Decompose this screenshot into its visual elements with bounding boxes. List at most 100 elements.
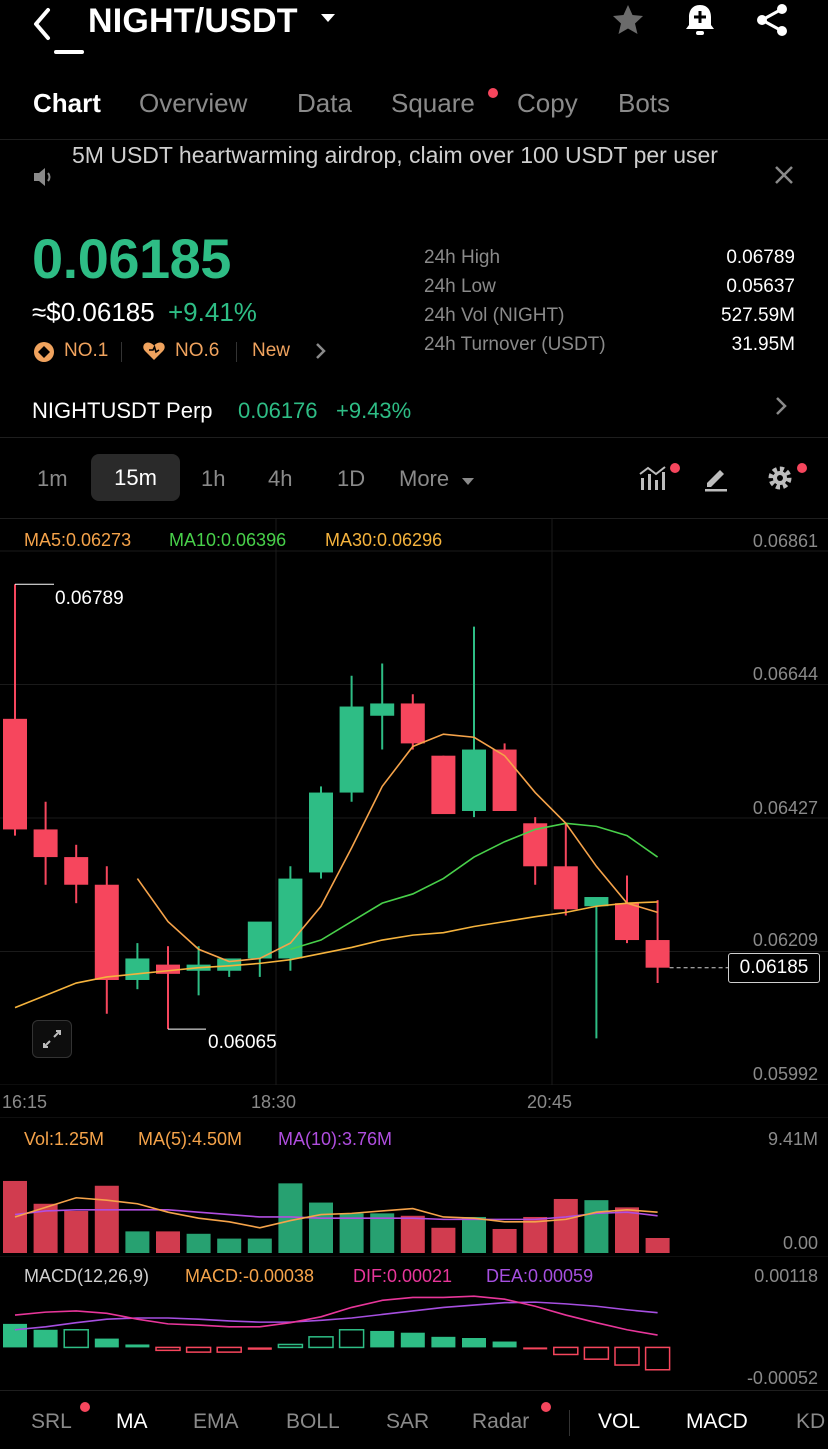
time-axis-label: 18:30 — [251, 1092, 297, 1112]
interval-1d[interactable]: 1D — [337, 466, 365, 492]
announcement-text[interactable]: 5M USDT heartwarming airdrop, claim over… — [72, 142, 718, 169]
star-icon[interactable] — [608, 0, 648, 40]
volume-bar — [400, 1215, 425, 1253]
indicator-boll[interactable]: BOLL — [286, 1410, 340, 1434]
divider — [121, 342, 122, 362]
indicator-ma[interactable]: MA — [116, 1410, 148, 1434]
price-change: +9.41% — [168, 297, 257, 327]
volume-bar — [615, 1207, 639, 1253]
close-icon[interactable] — [772, 162, 796, 194]
volume-bar — [64, 1210, 89, 1253]
bell-plus-icon[interactable] — [680, 0, 720, 40]
current-price-tag: 0.06185 — [728, 953, 820, 983]
interval-more[interactable]: More — [399, 466, 449, 492]
tab-chart[interactable]: Chart — [33, 88, 101, 119]
macd-histogram-bar — [277, 1343, 304, 1349]
pair-selector[interactable]: NIGHT/USDT — [88, 2, 298, 41]
candle-body — [553, 866, 578, 910]
back-button[interactable] — [28, 4, 58, 49]
volume-bar — [94, 1185, 119, 1253]
volume-bar — [553, 1198, 578, 1253]
tab-overview[interactable]: Overview — [139, 88, 247, 119]
macd-histogram-bar — [400, 1332, 425, 1348]
tab-square[interactable]: Square — [391, 88, 475, 119]
active-tab-indicator — [54, 50, 84, 54]
macd-histogram-bar — [523, 1347, 548, 1350]
notification-dot — [80, 1402, 90, 1412]
volume-chart[interactable] — [0, 1117, 828, 1255]
indicator-chart-icon[interactable] — [638, 464, 668, 497]
macd-histogram-bar — [492, 1341, 517, 1348]
indicator-radar[interactable]: Radar — [472, 1410, 529, 1434]
back-icon — [34, 8, 50, 40]
chevron-down-icon[interactable] — [318, 8, 338, 34]
candle-body — [370, 703, 395, 716]
candle-body — [125, 958, 150, 980]
notification-dot — [797, 463, 807, 473]
volume-bar — [247, 1238, 272, 1253]
chevron-right-icon[interactable] — [774, 392, 788, 424]
candle-body — [645, 940, 670, 968]
candle-body — [462, 749, 486, 811]
volume-bar — [309, 1202, 333, 1253]
indicator-ema[interactable]: EMA — [193, 1410, 239, 1434]
rank-icon — [33, 341, 55, 368]
candle-body — [492, 749, 517, 811]
interval-4h[interactable]: 4h — [268, 466, 292, 492]
macd-histogram-bar — [247, 1347, 272, 1350]
new-badge[interactable]: New — [252, 340, 290, 362]
indicator-macd[interactable]: MACD — [686, 1410, 748, 1434]
macd-histogram-bar — [614, 1346, 640, 1366]
indicator-vol[interactable]: VOL — [598, 1410, 640, 1434]
macd-histogram-bar — [63, 1329, 89, 1349]
fullscreen-button[interactable] — [32, 1020, 72, 1058]
macd-histogram-bar — [338, 1329, 365, 1349]
indicator-srl[interactable]: SRL — [31, 1410, 72, 1434]
macd-histogram-bar — [462, 1338, 486, 1348]
interval-1h[interactable]: 1h — [201, 466, 225, 492]
chevron-right-icon[interactable] — [314, 341, 328, 366]
interval-1m[interactable]: 1m — [37, 466, 68, 492]
popularity-badge[interactable]: NO.6 — [175, 340, 219, 362]
macd-histogram-bar — [370, 1330, 395, 1348]
macd-histogram-bar — [94, 1338, 119, 1348]
low-marker-label: 0.06065 — [208, 1032, 277, 1053]
main-tabs: Chart Overview Data Square Copy Bots — [0, 84, 828, 140]
candle-body — [33, 829, 58, 858]
volume-bar — [125, 1231, 150, 1253]
gear-icon[interactable] — [766, 464, 794, 497]
share-icon[interactable] — [752, 0, 792, 40]
stat-value: 31.95M — [731, 334, 795, 355]
tab-copy[interactable]: Copy — [517, 88, 578, 119]
stat-label: 24h Turnover (USDT) — [424, 334, 606, 355]
volume-bar — [217, 1238, 242, 1253]
dea-line — [14, 1301, 658, 1331]
notification-dot — [488, 88, 498, 98]
candle-body — [431, 755, 456, 815]
volume-bar — [186, 1233, 211, 1253]
divider — [236, 342, 237, 362]
pencil-icon[interactable] — [702, 464, 730, 497]
last-price: 0.06185 — [32, 227, 231, 290]
time-axis-label: 20:45 — [527, 1092, 573, 1112]
high-marker-label: 0.06789 — [55, 588, 124, 609]
time-axis-label: 16:15 — [2, 1092, 48, 1112]
rank-badge[interactable]: NO.1 — [64, 340, 108, 362]
tab-data[interactable]: Data — [297, 88, 352, 119]
volume-bar — [431, 1227, 456, 1253]
indicator-sar[interactable]: SAR — [386, 1410, 429, 1434]
macd-histogram-bar — [431, 1336, 456, 1348]
indicator-kd[interactable]: KD — [796, 1410, 825, 1434]
macd-histogram-bar — [185, 1346, 212, 1353]
volume-bar — [156, 1231, 180, 1253]
candlestick-chart[interactable] — [0, 519, 828, 1085]
tab-bots[interactable]: Bots — [618, 88, 670, 119]
stat-label: 24h High — [424, 247, 501, 268]
candle-body — [3, 718, 27, 830]
candle-body — [615, 903, 639, 941]
caret-down-icon[interactable] — [461, 474, 475, 492]
speaker-icon — [32, 166, 56, 193]
interval-15m[interactable]: 15m — [91, 454, 180, 501]
expand-icon — [43, 1030, 61, 1048]
macd-chart[interactable] — [0, 1256, 828, 1390]
